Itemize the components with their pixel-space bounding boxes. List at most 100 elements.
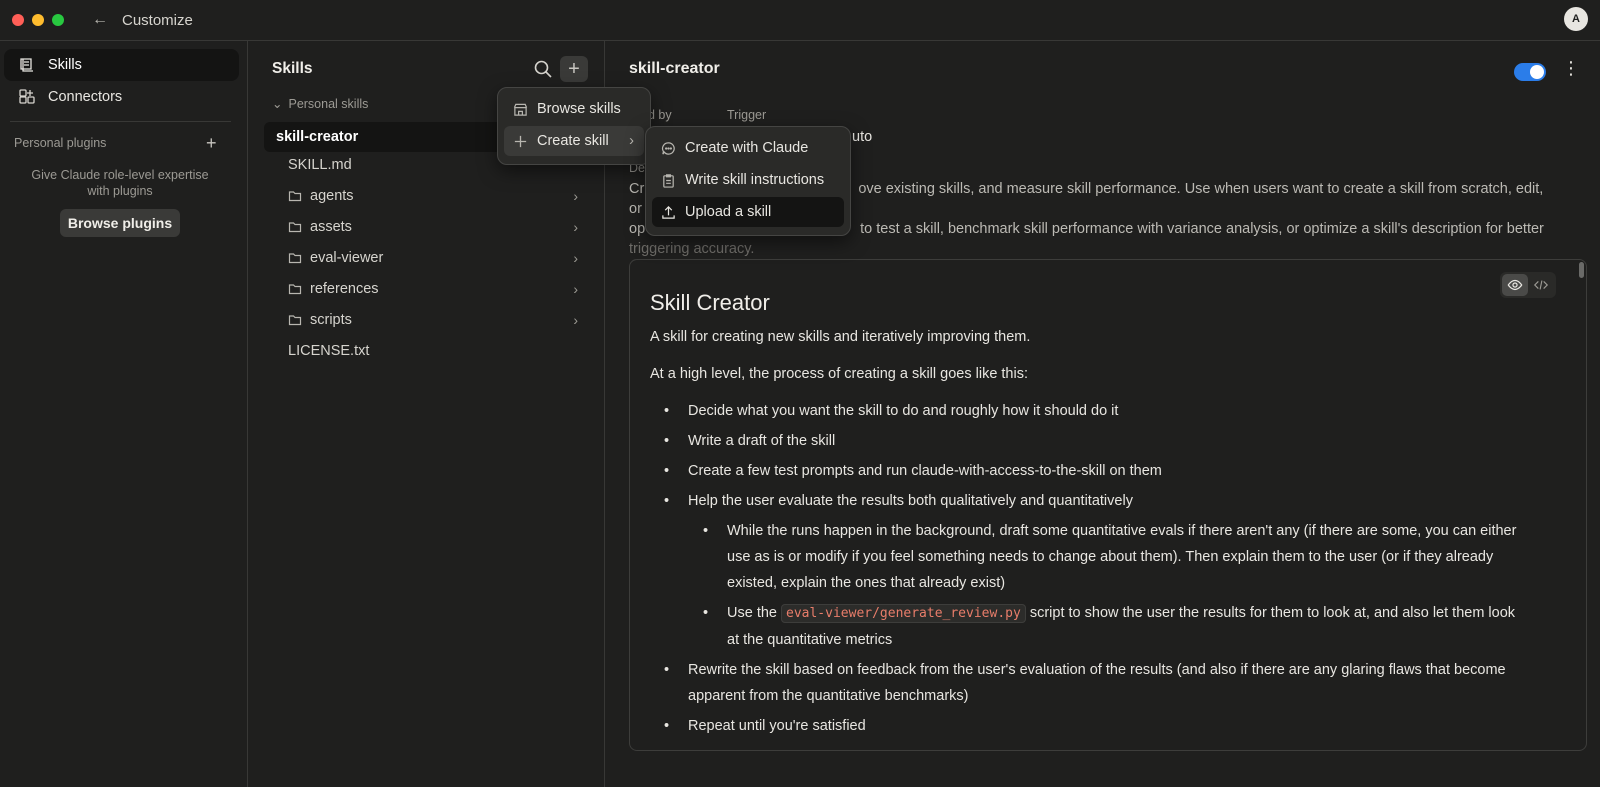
chevron-right-icon: › xyxy=(573,219,578,235)
code-icon xyxy=(1533,280,1549,290)
plus-icon: + xyxy=(568,57,580,80)
folder-icon xyxy=(288,284,302,295)
folder-name: references xyxy=(310,281,379,297)
menu-item-label: Upload a skill xyxy=(685,204,772,220)
add-skill-button[interactable]: + xyxy=(560,56,588,82)
desc-text: triggering accuracy. xyxy=(629,241,755,257)
upload-skill-menu-item[interactable]: Upload a skill xyxy=(652,197,844,227)
menu-item-label: Create with Claude xyxy=(685,140,809,156)
list-item: Write a draft of the skill xyxy=(650,428,1550,454)
skills-icon xyxy=(20,58,33,72)
folder-icon xyxy=(288,222,302,233)
list-text: use as is or modify if you feel somethin… xyxy=(727,549,1494,565)
create-skill-menu-item[interactable]: Create skill › xyxy=(504,126,644,156)
folder-row[interactable]: agents › xyxy=(288,183,588,209)
list-text: at the quantitative metrics xyxy=(727,632,893,648)
list-text: Use the xyxy=(727,605,781,621)
skill-title: skill-creator xyxy=(629,60,720,77)
doc-sub-list: While the runs happen in the background,… xyxy=(650,518,1550,653)
list-item: While the runs happen in the background,… xyxy=(650,518,1550,596)
folder-icon xyxy=(288,191,302,202)
store-icon xyxy=(513,103,528,116)
doc-scrollbar[interactable] xyxy=(1579,262,1584,278)
desc-text: Cr xyxy=(629,181,645,197)
back-arrow-icon[interactable]: ← xyxy=(92,11,108,29)
create-skill-submenu: Create with Claude Write skill instructi… xyxy=(645,126,851,236)
doc-intro: A skill for creating new skills and iter… xyxy=(650,329,1031,345)
folder-icon xyxy=(288,253,302,264)
minimize-window-button[interactable] xyxy=(32,14,44,26)
chevron-right-icon: › xyxy=(573,281,578,297)
list-item: Use the eval-viewer/generate_review.py s… xyxy=(650,600,1550,653)
personal-skills-group[interactable]: ⌄ Personal skills xyxy=(272,96,369,112)
nav-item-label: Connectors xyxy=(48,89,123,105)
plugins-empty-text: Give Claude role-level expertise with pl… xyxy=(31,168,209,198)
window-title: Customize xyxy=(122,11,193,29)
chevron-right-icon: › xyxy=(629,133,634,149)
list-text: apparent from the quantitative benchmark… xyxy=(688,688,969,704)
nav-item-connectors[interactable]: Connectors xyxy=(4,81,239,113)
window-controls xyxy=(12,14,64,26)
add-plugin-icon[interactable]: + xyxy=(206,134,217,152)
close-window-button[interactable] xyxy=(12,14,24,26)
plugins-section-label: Personal plugins xyxy=(14,136,107,150)
folder-name: agents xyxy=(310,188,354,204)
connectors-icon xyxy=(19,89,35,104)
browse-skills-menu-item[interactable]: Browse skills xyxy=(504,94,644,124)
skill-document: Skill Creator A skill for creating new s… xyxy=(629,259,1587,751)
list-item: Decide what you want the skill to do and… xyxy=(650,398,1550,424)
list-text: existed, explain the ones that already e… xyxy=(727,575,1006,591)
code-mode-button[interactable] xyxy=(1528,274,1554,296)
menu-item-label: Write skill instructions xyxy=(685,172,825,188)
menu-item-label: Browse skills xyxy=(537,101,621,117)
list-text: script to show the user the results for … xyxy=(1025,605,1516,621)
doc-bullet-list: Decide what you want the skill to do and… xyxy=(650,398,1550,743)
doc-heading: Skill Creator xyxy=(650,290,770,315)
folder-name: eval-viewer xyxy=(310,250,384,266)
chevron-down-icon: ⌄ xyxy=(272,97,283,111)
nav-divider xyxy=(10,121,231,122)
more-options-icon[interactable]: ⋮ xyxy=(1562,59,1580,77)
meta-label-trigger: Trigger xyxy=(727,108,767,122)
eye-icon xyxy=(1507,279,1523,291)
folder-row[interactable]: assets › xyxy=(288,214,588,240)
nav-item-label: Skills xyxy=(48,57,82,73)
avatar[interactable]: A xyxy=(1564,7,1588,31)
chevron-right-icon: › xyxy=(573,188,578,204)
maximize-window-button[interactable] xyxy=(52,14,64,26)
browse-plugins-button[interactable]: Browse plugins xyxy=(60,209,180,237)
list-item: Repeat until you're satisfied xyxy=(650,713,1550,739)
chat-bubble-icon xyxy=(661,141,675,155)
doc-lead: At a high level, the process of creating… xyxy=(650,366,1028,382)
left-nav: Skills Connectors Personal plugins + Giv… xyxy=(0,41,248,787)
list-text: Rewrite the skill based on feedback from… xyxy=(688,662,1506,678)
write-instructions-menu-item[interactable]: Write skill instructions xyxy=(652,165,844,195)
folder-row[interactable]: eval-viewer › xyxy=(288,245,588,271)
desc-text: op xyxy=(629,221,646,237)
list-text: While the runs happen in the background,… xyxy=(727,523,1517,539)
list-item: Create a few test prompts and run claude… xyxy=(650,458,1550,484)
folder-row[interactable]: references › xyxy=(288,276,588,302)
inline-code: eval-viewer/generate_review.py xyxy=(781,604,1026,623)
group-label: Personal skills xyxy=(288,96,369,111)
file-row[interactable]: LICENSE.txt xyxy=(288,338,588,364)
menu-item-label: Create skill xyxy=(537,133,609,149)
file-name: SKILL.md xyxy=(288,157,352,173)
nav-item-skills[interactable]: Skills xyxy=(4,49,239,81)
folder-name: scripts xyxy=(310,312,352,328)
folder-row[interactable]: scripts › xyxy=(288,307,588,333)
clipboard-icon xyxy=(663,173,674,188)
chevron-right-icon: › xyxy=(573,312,578,328)
create-with-claude-menu-item[interactable]: Create with Claude xyxy=(652,133,844,163)
plus-icon xyxy=(514,135,527,147)
title-bar: ← Customize A xyxy=(0,0,1600,41)
list-item: Help the user evaluate the results both … xyxy=(650,488,1550,514)
upload-icon xyxy=(662,205,675,219)
trigger-value: uto xyxy=(852,129,873,145)
skills-panel-title: Skills xyxy=(272,60,313,77)
folder-icon xyxy=(288,315,302,326)
preview-mode-button[interactable] xyxy=(1502,274,1528,296)
add-skill-menu: Browse skills Create skill › xyxy=(497,87,651,165)
skill-enabled-toggle[interactable] xyxy=(1514,63,1546,81)
search-icon[interactable] xyxy=(533,59,553,79)
